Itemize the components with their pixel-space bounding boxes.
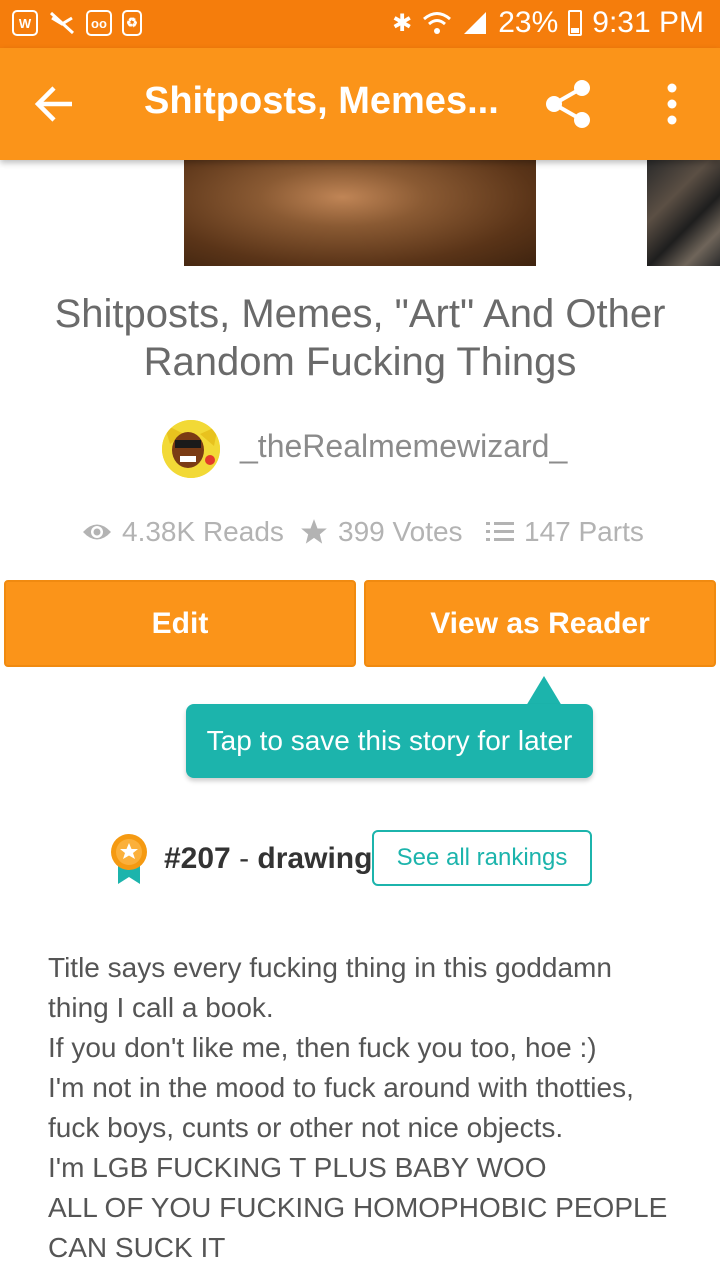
app-bar-title: Shitposts, Memes... bbox=[144, 80, 499, 122]
rank-separator: - bbox=[230, 842, 258, 875]
tooltip-arrow bbox=[526, 676, 562, 706]
parts-stat: 147 Parts bbox=[486, 516, 644, 548]
reads-count: 4.38K Reads bbox=[122, 516, 284, 547]
story-stats: 4.38K Reads 399 Votes 147 Parts bbox=[0, 514, 720, 554]
wattpad-icon: W bbox=[12, 10, 38, 36]
see-all-rankings-button[interactable]: See all rankings bbox=[372, 830, 592, 886]
battery-percent: 23% bbox=[498, 6, 559, 39]
eye-icon bbox=[83, 524, 111, 540]
battery-icon bbox=[568, 10, 583, 36]
description-line: fuck boys, cunts or other not nice objec… bbox=[48, 1112, 564, 1143]
ranking-badge-icon bbox=[111, 834, 147, 884]
votes-count: 399 Votes bbox=[338, 516, 463, 547]
wifi-icon bbox=[423, 12, 452, 34]
app-bar: Shitposts, Memes... bbox=[0, 48, 720, 160]
ranking-row: #207 - drawing See all rankings bbox=[0, 830, 720, 886]
story-title: Shitposts, Memes, "Art" And Other Random… bbox=[54, 292, 666, 384]
voicemail-icon: oo bbox=[86, 10, 112, 36]
story-cover[interactable] bbox=[184, 160, 536, 266]
save-story-tooltip[interactable]: Tap to save this story for later bbox=[186, 704, 593, 778]
star-icon bbox=[301, 519, 327, 544]
rank-number: #207 bbox=[164, 842, 231, 875]
list-icon bbox=[486, 522, 514, 541]
description-line: I'm not in the mood to fuck around with … bbox=[48, 1072, 634, 1103]
description-line: Title says every fucking thing in this g… bbox=[48, 952, 612, 983]
edit-button[interactable]: Edit bbox=[4, 580, 356, 667]
back-arrow-icon[interactable] bbox=[30, 80, 82, 128]
author-row[interactable]: _theRealmemewizard_ bbox=[0, 420, 720, 480]
reads-stat: 4.38K Reads bbox=[82, 516, 284, 548]
view-as-reader-button[interactable]: View as Reader bbox=[364, 580, 716, 667]
more-options-icon[interactable] bbox=[652, 82, 692, 126]
story-description: Title says every fucking thing in this g… bbox=[48, 948, 688, 1268]
clock: 9:31 PM bbox=[592, 6, 704, 39]
author-avatar[interactable] bbox=[162, 420, 220, 478]
votes-stat: 399 Votes bbox=[300, 516, 463, 548]
description-line: I'm LGB FUCKING T PLUS BABY WOO bbox=[48, 1152, 547, 1183]
notification-icons: W oo ♻ bbox=[12, 10, 142, 36]
signal-icon bbox=[464, 12, 487, 34]
description-line: ALL OF YOU FUCKING HOMOPHOBIC PEOPLE bbox=[48, 1192, 668, 1223]
parts-count: 147 Parts bbox=[524, 516, 644, 547]
description-line: If you don't like me, then fuck you too,… bbox=[48, 1032, 597, 1063]
recycle-icon: ♻ bbox=[122, 10, 142, 36]
no-sync-icon bbox=[49, 11, 75, 35]
bluetooth-icon: ✱ bbox=[392, 9, 413, 37]
ranking-text: #207 - drawing bbox=[164, 842, 372, 876]
share-icon[interactable] bbox=[540, 76, 596, 132]
description-line: thing I call a book. bbox=[48, 992, 274, 1023]
description-line: CAN SUCK IT bbox=[48, 1232, 226, 1263]
author-name[interactable]: _theRealmemewizard_ bbox=[240, 428, 567, 465]
status-bar: W oo ♻ ✱ 23% 9:31 PM bbox=[0, 0, 720, 48]
next-story-cover[interactable] bbox=[647, 160, 720, 266]
rank-tag: drawing bbox=[257, 842, 373, 875]
